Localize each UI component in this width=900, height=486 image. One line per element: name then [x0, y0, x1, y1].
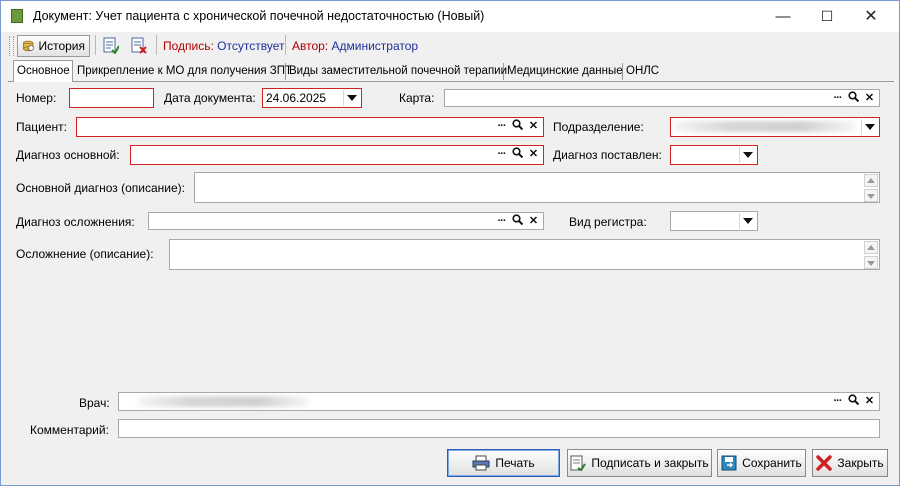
sign-and-close-button[interactable]: Подписать и закрыть: [567, 449, 712, 477]
doc-date-picker[interactable]: 24.06.2025: [262, 88, 362, 108]
card-lookup[interactable]: ··· ✕: [444, 89, 880, 107]
history-button[interactable]: История: [17, 35, 90, 57]
scroll-up-icon[interactable]: [864, 174, 878, 187]
scroll-up-icon[interactable]: [864, 241, 878, 254]
author-info: Автор: Администратор: [292, 39, 418, 53]
sign-document-icon[interactable]: [103, 37, 119, 54]
toolbar-separator: [285, 35, 286, 55]
more-icon[interactable]: ···: [494, 214, 509, 229]
close-window-button[interactable]: ✕: [849, 1, 893, 32]
subdivision-select[interactable]: [670, 117, 880, 137]
main-diagnosis-desc-label: Основной диагноз (описание):: [16, 181, 185, 195]
save-label: Сохранить: [742, 456, 802, 470]
print-button[interactable]: Печать: [447, 449, 560, 477]
complication-diagnosis-lookup[interactable]: ··· ✕: [148, 212, 544, 230]
main-diagnosis-lookup[interactable]: ··· ✕: [130, 145, 544, 165]
tab-medical-data[interactable]: Медицинские данные: [504, 63, 623, 80]
signature-status: Подпись: Отсутствует: [163, 39, 284, 53]
number-input[interactable]: [69, 88, 154, 108]
search-icon[interactable]: [510, 147, 525, 162]
tab-mo-attachment[interactable]: Прикрепление к МО для получения ЗПТ: [74, 63, 292, 80]
diagnosis-set-label: Диагноз поставлен:: [553, 148, 662, 162]
scrollbar[interactable]: [864, 241, 878, 269]
chevron-down-icon[interactable]: [343, 90, 360, 106]
redacted-value: [139, 396, 309, 407]
author-label: Автор:: [292, 39, 329, 53]
main-diagnosis-desc-textarea[interactable]: [194, 172, 880, 203]
clear-icon[interactable]: ✕: [862, 394, 877, 409]
comment-input[interactable]: [118, 419, 880, 438]
document-app-icon: [11, 9, 23, 23]
sign-and-close-label: Подписать и закрыть: [591, 456, 709, 470]
registry-type-label: Вид регистра:: [569, 215, 647, 229]
close-icon: [816, 455, 833, 471]
subdivision-label: Подразделение:: [553, 120, 644, 134]
document-window: Документ: Учет пациента с хронической по…: [0, 0, 900, 486]
doctor-lookup[interactable]: ··· ✕: [118, 392, 880, 411]
signature-value: Отсутствует: [217, 39, 285, 53]
patient-lookup[interactable]: ··· ✕: [76, 117, 544, 137]
toolbar-grip: [9, 36, 14, 56]
more-icon[interactable]: ···: [494, 147, 509, 162]
search-icon[interactable]: [510, 214, 525, 229]
clear-icon[interactable]: ✕: [526, 147, 541, 162]
search-icon[interactable]: [846, 91, 861, 106]
close-label: Закрыть: [837, 456, 884, 470]
complication-desc-label: Осложнение (описание):: [16, 247, 154, 261]
printer-icon: [472, 455, 490, 471]
print-label: Печать: [495, 456, 535, 470]
patient-label: Пациент:: [16, 120, 68, 134]
maximize-button[interactable]: ☐: [805, 1, 849, 32]
toolbar-separator: [156, 35, 157, 55]
more-icon[interactable]: ···: [830, 394, 845, 409]
minimize-button[interactable]: —: [761, 1, 805, 32]
registry-type-select[interactable]: [670, 211, 758, 231]
clear-icon[interactable]: ✕: [862, 91, 877, 106]
history-label: История: [38, 39, 85, 53]
doc-date-value: 24.06.2025: [266, 91, 327, 105]
comment-label: Комментарий:: [30, 423, 109, 437]
window-title: Документ: Учет пациента с хронической по…: [33, 9, 485, 23]
scrollbar[interactable]: [864, 174, 878, 202]
chevron-down-icon[interactable]: [739, 213, 756, 229]
clear-icon[interactable]: ✕: [526, 119, 541, 134]
doc-date-label: Дата документа:: [164, 91, 256, 105]
search-icon[interactable]: [510, 119, 525, 134]
more-icon[interactable]: ···: [494, 119, 509, 134]
diagnosis-set-select[interactable]: [670, 145, 758, 165]
doctor-label: Врач:: [79, 396, 110, 410]
scroll-down-icon[interactable]: [864, 189, 878, 202]
complication-desc-textarea[interactable]: [169, 239, 880, 270]
chevron-down-icon[interactable]: [739, 147, 756, 163]
tab-main[interactable]: Основное: [13, 60, 73, 82]
redacted-value: [675, 121, 855, 132]
remove-signature-icon[interactable]: [131, 37, 147, 54]
chevron-down-icon[interactable]: [861, 119, 878, 135]
sign-document-icon: [570, 455, 587, 471]
tab-onls[interactable]: ОНЛС: [623, 63, 663, 80]
number-label: Номер:: [16, 91, 57, 105]
clear-icon[interactable]: ✕: [526, 214, 541, 229]
search-icon[interactable]: [846, 394, 861, 409]
save-button[interactable]: Сохранить: [717, 449, 806, 477]
save-icon: [721, 455, 737, 471]
more-icon[interactable]: ···: [830, 91, 845, 106]
complication-diagnosis-label: Диагноз осложнения:: [16, 215, 135, 229]
history-icon: [23, 40, 34, 52]
close-button[interactable]: Закрыть: [812, 449, 888, 477]
card-label: Карта:: [399, 91, 435, 105]
author-value: Администратор: [331, 39, 419, 53]
scroll-down-icon[interactable]: [864, 256, 878, 269]
main-diagnosis-label: Диагноз основной:: [16, 148, 120, 162]
toolbar-separator: [95, 35, 96, 55]
tab-replacement-therapy[interactable]: Виды заместительной почечной терапии: [286, 63, 507, 80]
signature-label: Подпись:: [163, 39, 214, 53]
